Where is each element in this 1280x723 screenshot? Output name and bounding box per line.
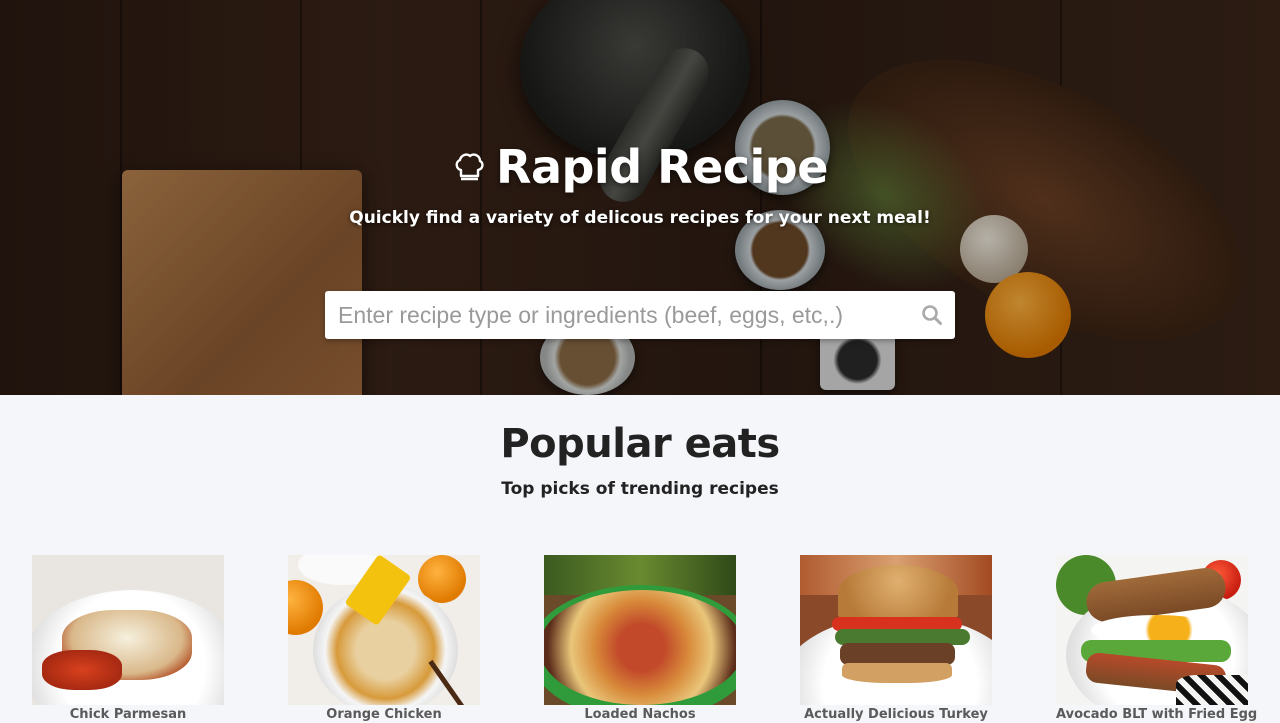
recipe-card[interactable]: Orange Chicken	[288, 555, 480, 722]
orange-chicken-image[interactable]	[288, 555, 480, 705]
avocado-blt-image[interactable]	[1056, 555, 1248, 705]
recipe-card[interactable]: Actually Delicious Turkey	[800, 555, 992, 722]
search-icon[interactable]	[909, 292, 955, 338]
site-title: Rapid Recipe	[496, 140, 828, 194]
recipe-name[interactable]: Chick Parmesan	[32, 707, 224, 722]
recipe-name[interactable]: Avocado BLT with Fried Egg	[1056, 707, 1257, 722]
search-bar	[325, 291, 955, 339]
recipe-card[interactable]: Avocado BLT with Fried Egg	[1056, 555, 1257, 722]
section-subtitle: Top picks of trending recipes	[501, 479, 779, 499]
recipe-name[interactable]: Loaded Nachos	[544, 707, 736, 722]
recipe-name[interactable]: Actually Delicious Turkey	[800, 707, 992, 722]
recipe-card[interactable]: Chick Parmesan	[32, 555, 224, 722]
recipe-card[interactable]: Loaded Nachos	[544, 555, 736, 722]
hero-banner: Rapid Recipe Quickly find a variety of d…	[0, 0, 1280, 395]
section-title: Popular eats	[500, 421, 780, 467]
chicken-parmesan-image[interactable]	[32, 555, 224, 705]
search-input[interactable]	[325, 291, 909, 339]
turkey-burger-image[interactable]	[800, 555, 992, 705]
recipe-name[interactable]: Orange Chicken	[288, 707, 480, 722]
loaded-nachos-image[interactable]	[544, 555, 736, 705]
popular-section: Popular eats Top picks of trending recip…	[0, 421, 1280, 499]
recipe-list: Chick Parmesan Orange Chicken Loaded Nac…	[32, 555, 1257, 722]
chef-hat-icon	[452, 150, 486, 184]
tagline: Quickly find a variety of delicous recip…	[349, 208, 931, 228]
